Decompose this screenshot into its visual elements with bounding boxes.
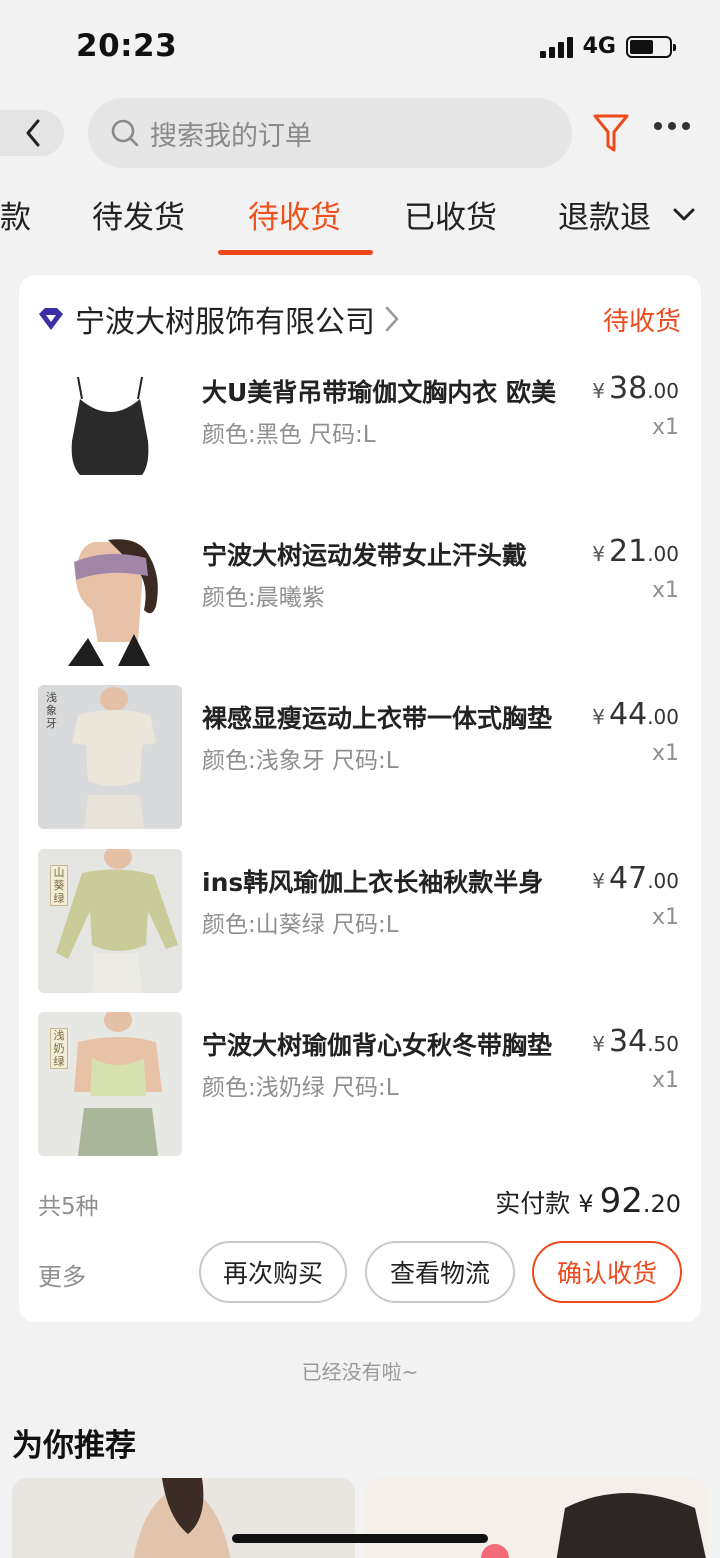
order-card: 宁波大树服饰有限公司 待收货 大U美背吊带瑜伽文胸内衣 欧美 颜色:黑色 尺码:… — [19, 275, 701, 1322]
image-label: 浅象牙 — [46, 691, 57, 730]
order-status: 待收货 — [602, 307, 681, 337]
item-price: ¥44.00 — [592, 697, 679, 732]
signal-icon — [539, 36, 573, 58]
item-title: 裸感显瘦运动上衣带一体式胸垫 — [202, 704, 553, 733]
product-image: 山葵绿 — [38, 849, 182, 993]
order-item[interactable]: 山葵绿 ins韩风瑜伽上衣长袖秋款半身 颜色:山葵绿 尺码:L ¥47.00 x… — [38, 849, 682, 995]
item-price: ¥47.00 — [592, 861, 679, 896]
paid-label: 实付款 — [495, 1189, 571, 1218]
item-spec: 颜色:浅奶绿 尺码:L — [202, 1075, 399, 1101]
item-quantity: x1 — [651, 578, 679, 603]
paid-integer: 92 — [599, 1181, 643, 1221]
recommend-image — [133, 1478, 231, 1558]
product-image — [38, 359, 182, 503]
order-item[interactable]: 浅奶绿 宁波大树瑜伽背心女秋冬带胸垫 颜色:浅奶绿 尺码:L ¥34.50 x1 — [38, 1012, 682, 1158]
status-bar: 20:23 4G — [0, 0, 720, 90]
order-item[interactable]: 浅象牙 裸感显瘦运动上衣带一体式胸垫 颜色:浅象牙 尺码:L ¥44.00 x1 — [38, 685, 682, 831]
recommend-card[interactable] — [365, 1478, 708, 1558]
home-indicator — [232, 1534, 488, 1543]
battery-icon — [626, 35, 676, 58]
order-tabs: 款 待发货 待收货 已收货 退款退 — [0, 190, 720, 254]
item-quantity: x1 — [651, 905, 679, 930]
item-quantity: x1 — [651, 741, 679, 766]
currency-symbol: ¥ — [578, 1190, 594, 1218]
search-input[interactable]: 搜索我的订单 — [88, 98, 572, 168]
item-spec: 颜色:浅象牙 尺码:L — [202, 748, 399, 774]
item-price: ¥34.50 — [592, 1024, 679, 1059]
item-title: 大U美背吊带瑜伽文胸内衣 欧美 — [202, 378, 557, 407]
tab-refund[interactable]: 退款退 — [558, 190, 651, 254]
end-of-list-text: 已经没有啦~ — [301, 1360, 419, 1384]
tab-received[interactable]: 已收货 — [404, 190, 497, 254]
status-indicators: 4G — [539, 34, 676, 59]
filter-icon — [593, 114, 629, 152]
item-spec: 颜色:黑色 尺码:L — [202, 422, 376, 448]
order-item[interactable]: 宁波大树运动发带女止汗头戴 颜色:晨曦紫 ¥21.00 x1 — [38, 522, 682, 668]
rebuy-button[interactable]: 再次购买 — [199, 1241, 347, 1303]
item-spec: 颜色:晨曦紫 — [202, 585, 325, 611]
network-label: 4G — [582, 34, 616, 59]
chevron-down-icon — [673, 208, 695, 221]
recommend-image — [481, 1493, 706, 1558]
more-dots-icon — [654, 122, 662, 130]
product-image: 浅奶绿 — [38, 1012, 182, 1156]
item-count: 共5种 — [38, 1194, 99, 1220]
item-title: 宁波大树瑜伽背心女秋冬带胸垫 — [202, 1031, 553, 1060]
item-quantity: x1 — [651, 1068, 679, 1093]
image-label: 山葵绿 — [50, 865, 68, 906]
paid-amount: 实付款 ¥ 92 .20 — [495, 1181, 681, 1221]
recommend-title: 为你推荐 — [12, 1428, 136, 1464]
more-options-button[interactable] — [654, 122, 690, 130]
recommend-card[interactable] — [12, 1478, 355, 1558]
back-button[interactable] — [0, 110, 64, 156]
item-price: ¥38.00 — [592, 371, 679, 406]
shop-header[interactable]: 宁波大树服饰有限公司 待收货 — [37, 299, 681, 340]
search-icon — [111, 119, 139, 147]
product-image — [38, 522, 182, 666]
status-time: 20:23 — [76, 28, 178, 64]
shop-diamond-icon — [39, 308, 63, 330]
order-item[interactable]: 大U美背吊带瑜伽文胸内衣 欧美 颜色:黑色 尺码:L ¥38.00 x1 — [38, 359, 682, 505]
tab-pending-receipt[interactable]: 待收货 — [248, 190, 341, 254]
item-price: ¥21.00 — [592, 534, 679, 569]
image-label: 浅奶绿 — [50, 1028, 68, 1069]
tab-refund-partial[interactable]: 款 — [0, 190, 31, 254]
active-tab-indicator — [218, 250, 373, 255]
product-image: 浅象牙 — [38, 685, 182, 829]
chevron-left-icon — [26, 119, 40, 147]
item-spec: 颜色:山葵绿 尺码:L — [202, 912, 399, 938]
item-quantity: x1 — [651, 415, 679, 440]
chevron-right-icon — [385, 306, 399, 332]
paid-decimal: .20 — [642, 1190, 681, 1218]
tab-pending-shipment[interactable]: 待发货 — [92, 190, 185, 254]
confirm-receipt-button[interactable]: 确认收货 — [532, 1241, 682, 1303]
filter-button[interactable] — [592, 112, 630, 158]
item-title: 宁波大树运动发带女止汗头戴 — [202, 541, 528, 570]
item-title: ins韩风瑜伽上衣长袖秋款半身 — [202, 868, 544, 897]
tabs-expand-button[interactable] — [672, 206, 696, 228]
search-placeholder: 搜索我的订单 — [150, 120, 312, 152]
more-actions-link[interactable]: 更多 — [38, 1257, 86, 1292]
view-logistics-button[interactable]: 查看物流 — [365, 1241, 515, 1303]
shop-name: 宁波大树服饰有限公司 — [75, 305, 375, 340]
